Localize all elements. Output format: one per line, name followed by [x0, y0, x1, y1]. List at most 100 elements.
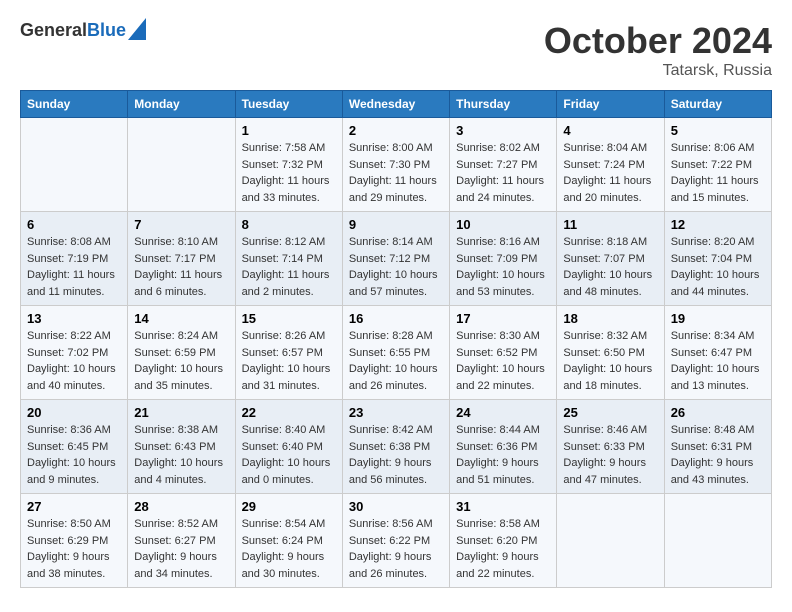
day-info: Sunrise: 8:50 AM Sunset: 6:29 PM Dayligh…	[27, 516, 121, 582]
col-tuesday: Tuesday	[235, 91, 342, 118]
table-row: 27 Sunrise: 8:50 AM Sunset: 6:29 PM Dayl…	[21, 494, 128, 588]
daylight-text: Daylight: 11 hours and 24 minutes.	[456, 175, 544, 204]
sunrise-text: Sunrise: 8:52 AM	[134, 518, 218, 530]
day-number: 9	[349, 217, 443, 232]
sunset-text: Sunset: 7:32 PM	[242, 159, 323, 171]
sunset-text: Sunset: 6:24 PM	[242, 535, 323, 547]
calendar-location: Tatarsk, Russia	[544, 62, 772, 80]
sunset-text: Sunset: 7:22 PM	[671, 159, 752, 171]
table-row: 26 Sunrise: 8:48 AM Sunset: 6:31 PM Dayl…	[664, 400, 771, 494]
sunrise-text: Sunrise: 8:56 AM	[349, 518, 433, 530]
sunrise-text: Sunrise: 8:02 AM	[456, 142, 540, 154]
day-number: 30	[349, 499, 443, 514]
table-row: 9 Sunrise: 8:14 AM Sunset: 7:12 PM Dayli…	[342, 212, 449, 306]
sunset-text: Sunset: 6:38 PM	[349, 441, 430, 453]
sunset-text: Sunset: 6:40 PM	[242, 441, 323, 453]
day-number: 27	[27, 499, 121, 514]
daylight-text: Daylight: 10 hours and 44 minutes.	[671, 269, 760, 298]
sunset-text: Sunset: 6:52 PM	[456, 347, 537, 359]
day-number: 3	[456, 123, 550, 138]
daylight-text: Daylight: 10 hours and 22 minutes.	[456, 363, 545, 392]
sunrise-text: Sunrise: 8:28 AM	[349, 330, 433, 342]
sunrise-text: Sunrise: 8:20 AM	[671, 236, 755, 248]
daylight-text: Daylight: 11 hours and 2 minutes.	[242, 269, 330, 298]
table-row: 28 Sunrise: 8:52 AM Sunset: 6:27 PM Dayl…	[128, 494, 235, 588]
calendar-week-row: 20 Sunrise: 8:36 AM Sunset: 6:45 PM Dayl…	[21, 400, 772, 494]
day-info: Sunrise: 8:44 AM Sunset: 6:36 PM Dayligh…	[456, 422, 550, 488]
sunset-text: Sunset: 6:36 PM	[456, 441, 537, 453]
day-number: 2	[349, 123, 443, 138]
day-info: Sunrise: 8:22 AM Sunset: 7:02 PM Dayligh…	[27, 328, 121, 394]
daylight-text: Daylight: 9 hours and 22 minutes.	[456, 551, 539, 580]
sunset-text: Sunset: 7:24 PM	[563, 159, 644, 171]
logo: GeneralBlue	[20, 20, 130, 41]
sunrise-text: Sunrise: 8:04 AM	[563, 142, 647, 154]
daylight-text: Daylight: 9 hours and 26 minutes.	[349, 551, 432, 580]
calendar-week-row: 27 Sunrise: 8:50 AM Sunset: 6:29 PM Dayl…	[21, 494, 772, 588]
table-row: 16 Sunrise: 8:28 AM Sunset: 6:55 PM Dayl…	[342, 306, 449, 400]
sunrise-text: Sunrise: 8:24 AM	[134, 330, 218, 342]
day-number: 25	[563, 405, 657, 420]
sunset-text: Sunset: 6:43 PM	[134, 441, 215, 453]
calendar-title: October 2024	[544, 20, 772, 62]
sunrise-text: Sunrise: 8:54 AM	[242, 518, 326, 530]
table-row: 3 Sunrise: 8:02 AM Sunset: 7:27 PM Dayli…	[450, 118, 557, 212]
day-info: Sunrise: 8:06 AM Sunset: 7:22 PM Dayligh…	[671, 140, 765, 206]
day-number: 5	[671, 123, 765, 138]
day-number: 28	[134, 499, 228, 514]
sunset-text: Sunset: 7:17 PM	[134, 253, 215, 265]
daylight-text: Daylight: 9 hours and 30 minutes.	[242, 551, 325, 580]
table-row: 17 Sunrise: 8:30 AM Sunset: 6:52 PM Dayl…	[450, 306, 557, 400]
day-info: Sunrise: 8:32 AM Sunset: 6:50 PM Dayligh…	[563, 328, 657, 394]
col-thursday: Thursday	[450, 91, 557, 118]
page-header: GeneralBlue October 2024 Tatarsk, Russia	[20, 20, 772, 80]
day-number: 1	[242, 123, 336, 138]
sunrise-text: Sunrise: 8:00 AM	[349, 142, 433, 154]
sunset-text: Sunset: 6:50 PM	[563, 347, 644, 359]
sunrise-text: Sunrise: 8:32 AM	[563, 330, 647, 342]
day-number: 16	[349, 311, 443, 326]
sunrise-text: Sunrise: 8:08 AM	[27, 236, 111, 248]
daylight-text: Daylight: 9 hours and 47 minutes.	[563, 457, 646, 486]
daylight-text: Daylight: 11 hours and 15 minutes.	[671, 175, 759, 204]
day-info: Sunrise: 8:46 AM Sunset: 6:33 PM Dayligh…	[563, 422, 657, 488]
day-number: 17	[456, 311, 550, 326]
daylight-text: Daylight: 10 hours and 26 minutes.	[349, 363, 438, 392]
day-number: 8	[242, 217, 336, 232]
day-info: Sunrise: 8:12 AM Sunset: 7:14 PM Dayligh…	[242, 234, 336, 300]
table-row: 19 Sunrise: 8:34 AM Sunset: 6:47 PM Dayl…	[664, 306, 771, 400]
day-number: 14	[134, 311, 228, 326]
day-info: Sunrise: 8:26 AM Sunset: 6:57 PM Dayligh…	[242, 328, 336, 394]
day-info: Sunrise: 8:04 AM Sunset: 7:24 PM Dayligh…	[563, 140, 657, 206]
sunrise-text: Sunrise: 8:58 AM	[456, 518, 540, 530]
sunrise-text: Sunrise: 8:14 AM	[349, 236, 433, 248]
sunset-text: Sunset: 7:30 PM	[349, 159, 430, 171]
day-number: 23	[349, 405, 443, 420]
daylight-text: Daylight: 10 hours and 9 minutes.	[27, 457, 116, 486]
title-block: October 2024 Tatarsk, Russia	[544, 20, 772, 80]
daylight-text: Daylight: 9 hours and 56 minutes.	[349, 457, 432, 486]
col-wednesday: Wednesday	[342, 91, 449, 118]
day-number: 7	[134, 217, 228, 232]
sunrise-text: Sunrise: 8:50 AM	[27, 518, 111, 530]
day-number: 19	[671, 311, 765, 326]
sunrise-text: Sunrise: 8:22 AM	[27, 330, 111, 342]
daylight-text: Daylight: 10 hours and 40 minutes.	[27, 363, 116, 392]
sunrise-text: Sunrise: 8:44 AM	[456, 424, 540, 436]
day-info: Sunrise: 8:48 AM Sunset: 6:31 PM Dayligh…	[671, 422, 765, 488]
calendar-table: Sunday Monday Tuesday Wednesday Thursday…	[20, 90, 772, 588]
table-row: 2 Sunrise: 8:00 AM Sunset: 7:30 PM Dayli…	[342, 118, 449, 212]
sunset-text: Sunset: 7:09 PM	[456, 253, 537, 265]
sunrise-text: Sunrise: 8:18 AM	[563, 236, 647, 248]
day-info: Sunrise: 8:42 AM Sunset: 6:38 PM Dayligh…	[349, 422, 443, 488]
sunset-text: Sunset: 6:45 PM	[27, 441, 108, 453]
day-info: Sunrise: 8:52 AM Sunset: 6:27 PM Dayligh…	[134, 516, 228, 582]
sunrise-text: Sunrise: 8:48 AM	[671, 424, 755, 436]
table-row: 5 Sunrise: 8:06 AM Sunset: 7:22 PM Dayli…	[664, 118, 771, 212]
table-row: 15 Sunrise: 8:26 AM Sunset: 6:57 PM Dayl…	[235, 306, 342, 400]
sunset-text: Sunset: 6:59 PM	[134, 347, 215, 359]
table-row	[664, 494, 771, 588]
sunrise-text: Sunrise: 8:12 AM	[242, 236, 326, 248]
table-row: 12 Sunrise: 8:20 AM Sunset: 7:04 PM Dayl…	[664, 212, 771, 306]
sunset-text: Sunset: 6:33 PM	[563, 441, 644, 453]
